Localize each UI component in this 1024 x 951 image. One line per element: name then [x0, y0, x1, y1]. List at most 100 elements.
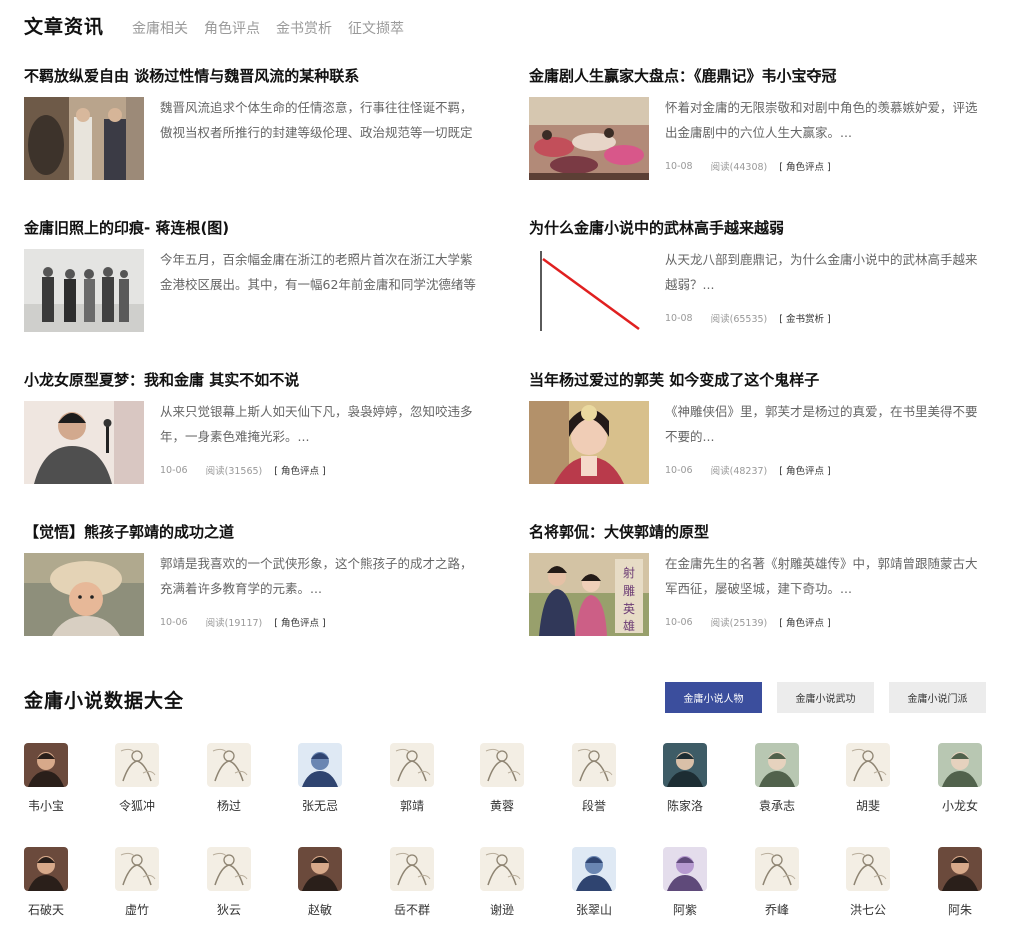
character-name[interactable]: 袁承志	[747, 797, 807, 814]
character-item[interactable]: 杨过	[199, 743, 259, 814]
character-name[interactable]: 陈家洛	[655, 797, 715, 814]
tab-jinyong-related[interactable]: 金庸相关	[132, 18, 188, 38]
article-thumbnail[interactable]	[24, 97, 144, 180]
character-avatar[interactable]	[572, 743, 616, 787]
article-category-tag[interactable]: [ 角色评点 ]	[779, 159, 830, 173]
character-avatar[interactable]	[207, 847, 251, 891]
character-item[interactable]: 黄蓉	[472, 743, 532, 814]
character-avatar[interactable]	[390, 847, 434, 891]
article-title[interactable]: 小龙女原型夏梦：我和金庸 其实不如不说	[24, 369, 299, 390]
article-category-tag[interactable]: [ 角色评点 ]	[779, 463, 830, 477]
character-name[interactable]: 黄蓉	[472, 797, 532, 814]
character-name[interactable]: 小龙女	[930, 797, 990, 814]
article-thumbnail[interactable]	[529, 249, 649, 332]
character-name[interactable]: 洪七公	[838, 901, 898, 918]
article-title[interactable]: 【觉悟】熊孩子郭靖的成功之道	[24, 521, 234, 542]
character-name[interactable]: 阿朱	[930, 901, 990, 918]
character-name[interactable]: 张翠山	[564, 901, 624, 918]
character-avatar[interactable]	[298, 847, 342, 891]
character-name[interactable]: 石破天	[16, 901, 76, 918]
character-avatar[interactable]	[115, 847, 159, 891]
article-thumbnail[interactable]: 射雕英雄	[529, 553, 649, 636]
article-category-tag[interactable]: [ 金书赏析 ]	[779, 311, 830, 325]
character-avatar[interactable]	[663, 847, 707, 891]
character-item[interactable]: 阿朱	[930, 847, 990, 918]
character-item[interactable]: 张无忌	[290, 743, 350, 814]
character-name[interactable]: 狄云	[199, 901, 259, 918]
character-name[interactable]: 岳不群	[382, 901, 442, 918]
character-name[interactable]: 杨过	[199, 797, 259, 814]
article-card: 当年杨过爱过的郭芙 如今变成了这个鬼样子 《神雕侠侣》里，郭芙才是杨过的真爱，在书…	[529, 369, 989, 489]
article-title[interactable]: 不羁放纵爱自由 谈杨过性情与魏晋风流的某种联系	[24, 65, 359, 86]
character-avatar[interactable]	[24, 743, 68, 787]
character-name[interactable]: 段誉	[564, 797, 624, 814]
tab-character-review[interactable]: 角色评点	[204, 18, 260, 38]
character-item[interactable]: 石破天	[16, 847, 76, 918]
article-title[interactable]: 为什么金庸小说中的武林高手越来越弱	[529, 217, 784, 238]
article-thumbnail[interactable]	[24, 553, 144, 636]
character-item[interactable]: 狄云	[199, 847, 259, 918]
character-avatar[interactable]	[938, 743, 982, 787]
character-avatar[interactable]	[480, 743, 524, 787]
character-avatar[interactable]	[846, 847, 890, 891]
article-title[interactable]: 名将郭侃：大侠郭靖的原型	[529, 521, 709, 542]
character-avatar[interactable]	[298, 743, 342, 787]
character-name[interactable]: 令狐冲	[107, 797, 167, 814]
character-avatar[interactable]	[663, 743, 707, 787]
character-name[interactable]: 阿紫	[655, 901, 715, 918]
article-title[interactable]: 金庸剧人生赢家大盘点：《鹿鼎记》韦小宝夺冠	[529, 65, 837, 86]
character-item[interactable]: 令狐冲	[107, 743, 167, 814]
character-item[interactable]: 郭靖	[382, 743, 442, 814]
character-item[interactable]: 张翠山	[564, 847, 624, 918]
character-item[interactable]: 乔峰	[747, 847, 807, 918]
tab-essay-selection[interactable]: 征文撷萃	[348, 18, 404, 38]
news-section-title: 文章资讯	[24, 16, 105, 38]
character-item[interactable]: 阿紫	[655, 847, 715, 918]
character-name[interactable]: 张无忌	[290, 797, 350, 814]
character-item[interactable]: 段誉	[564, 743, 624, 814]
character-avatar[interactable]	[207, 743, 251, 787]
article-title[interactable]: 当年杨过爱过的郭芙 如今变成了这个鬼样子	[529, 369, 819, 390]
tab-novel-martial-arts[interactable]: 金庸小说武功	[777, 682, 874, 713]
character-item[interactable]: 洪七公	[838, 847, 898, 918]
character-item[interactable]: 虚竹	[107, 847, 167, 918]
character-item[interactable]: 韦小宝	[16, 743, 76, 814]
article-category-tag[interactable]: [ 角色评点 ]	[274, 463, 325, 477]
character-avatar[interactable]	[24, 847, 68, 891]
tab-novel-sects[interactable]: 金庸小说门派	[889, 682, 986, 713]
character-name[interactable]: 郭靖	[382, 797, 442, 814]
character-avatar[interactable]	[480, 847, 524, 891]
news-header: 文章资讯 金庸相关 角色评点 金书赏析 征文撷萃	[24, 12, 420, 39]
character-item[interactable]: 谢逊	[472, 847, 532, 918]
character-item[interactable]: 岳不群	[382, 847, 442, 918]
character-item[interactable]: 赵敏	[290, 847, 350, 918]
character-avatar[interactable]	[846, 743, 890, 787]
character-name[interactable]: 虚竹	[107, 901, 167, 918]
tab-novel-characters[interactable]: 金庸小说人物	[665, 682, 762, 713]
character-item[interactable]: 胡斐	[838, 743, 898, 814]
character-name[interactable]: 韦小宝	[16, 797, 76, 814]
article-summary: 今年五月，百余幅金庸在浙江的老照片首次在浙江大学紫金港校区展出。其中，有一幅62…	[160, 252, 476, 292]
character-item[interactable]: 陈家洛	[655, 743, 715, 814]
article-category-tag[interactable]: [ 角色评点 ]	[274, 615, 325, 629]
character-avatar[interactable]	[115, 743, 159, 787]
article-thumbnail[interactable]	[529, 401, 649, 484]
article-title[interactable]: 金庸旧照上的印痕- 蒋连根(图)	[24, 217, 229, 238]
character-name[interactable]: 赵敏	[290, 901, 350, 918]
article-category-tag[interactable]: [ 角色评点 ]	[779, 615, 830, 629]
character-avatar[interactable]	[755, 847, 799, 891]
character-avatar[interactable]	[572, 847, 616, 891]
character-avatar[interactable]	[755, 743, 799, 787]
character-item[interactable]: 袁承志	[747, 743, 807, 814]
character-name[interactable]: 谢逊	[472, 901, 532, 918]
article-thumbnail[interactable]	[24, 401, 144, 484]
article-read-count: 阅读(65535)	[710, 314, 768, 325]
character-item[interactable]: 小龙女	[930, 743, 990, 814]
character-name[interactable]: 胡斐	[838, 797, 898, 814]
character-name[interactable]: 乔峰	[747, 901, 807, 918]
character-avatar[interactable]	[938, 847, 982, 891]
character-avatar[interactable]	[390, 743, 434, 787]
article-thumbnail[interactable]	[529, 97, 649, 180]
article-thumbnail[interactable]	[24, 249, 144, 332]
tab-book-appreciation[interactable]: 金书赏析	[276, 18, 332, 38]
